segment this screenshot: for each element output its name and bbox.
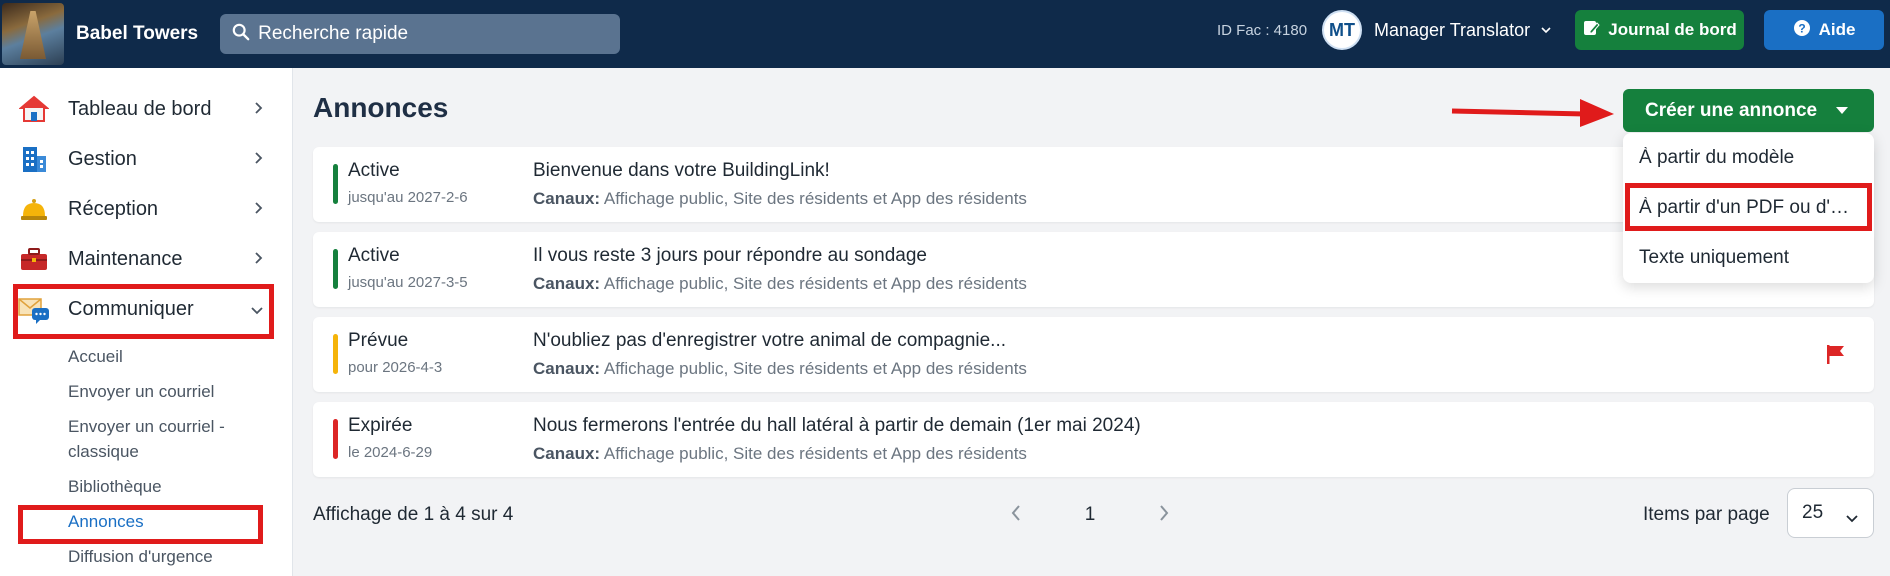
create-announcement-button[interactable]: Créer une annonce xyxy=(1623,89,1874,132)
chevron-right-icon[interactable] xyxy=(1158,504,1170,527)
svg-text:?: ? xyxy=(1798,21,1805,35)
channels-value: Affichage public, Site des résidents et … xyxy=(603,189,1027,208)
pagination: 1 xyxy=(1010,500,1170,530)
sidebar-item-label: Gestion xyxy=(68,147,137,170)
search-icon xyxy=(232,23,250,46)
toolbox-icon xyxy=(18,243,50,275)
sidebar-item-dashboard[interactable]: Tableau de bord xyxy=(18,89,274,129)
status-date: pour 2026-4-3 xyxy=(348,359,443,376)
channels-label: Canaux: xyxy=(533,189,601,208)
status-date: jusqu'au 2027-2-6 xyxy=(348,189,468,206)
user-menu[interactable]: MT Manager Translator xyxy=(1322,10,1552,50)
flag-icon[interactable] xyxy=(1825,343,1847,370)
service-bell-icon xyxy=(18,193,50,225)
sidebar-subitem-emergency-broadcast[interactable]: Diffusion d'urgence xyxy=(68,547,213,567)
items-per-page-label: Items par page xyxy=(1643,504,1770,525)
announcement-channels: Canaux: Affichage public, Site des résid… xyxy=(533,444,1027,464)
status-indicator xyxy=(333,334,338,374)
channels-label: Canaux: xyxy=(533,274,601,293)
chevron-down-icon[interactable] xyxy=(1540,21,1552,39)
sidebar-subitem-send-email[interactable]: Envoyer un courriel xyxy=(68,382,214,402)
channels-label: Canaux: xyxy=(533,359,601,378)
chevron-right-icon xyxy=(254,101,264,120)
search-input[interactable] xyxy=(258,23,599,45)
status-text: Active xyxy=(348,245,400,266)
sidebar-item-label: Réception xyxy=(68,197,159,220)
quick-search[interactable] xyxy=(220,14,621,54)
user-name[interactable]: Manager Translator xyxy=(1374,20,1530,41)
announcement-card[interactable]: Prévue pour 2026-4-3 N'oubliez pas d'enr… xyxy=(313,317,1874,392)
chevron-left-icon[interactable] xyxy=(1010,504,1022,527)
announcement-title[interactable]: Il vous reste 3 jours pour répondre au s… xyxy=(533,245,927,267)
caret-down-icon xyxy=(1836,107,1848,114)
sidebar-item-gestion[interactable]: Gestion xyxy=(18,139,274,179)
status-indicator xyxy=(333,249,338,289)
building-icon xyxy=(18,143,50,175)
items-per-page-select[interactable]: 25 xyxy=(1787,488,1874,538)
status-indicator xyxy=(333,419,338,459)
arrow-pointer-icon xyxy=(1450,94,1620,133)
highlight-pdf-option xyxy=(1625,183,1872,231)
building-logo[interactable] xyxy=(2,3,64,65)
highlight-communiquer xyxy=(13,284,274,339)
pagination-info: Affichage de 1 à 4 sur 4 xyxy=(313,504,514,525)
announcement-title[interactable]: N'oubliez pas d'enregistrer votre animal… xyxy=(533,330,1006,352)
notebook-pen-icon xyxy=(1582,19,1600,42)
help-button[interactable]: ? Aide xyxy=(1764,10,1884,50)
sidebar-subitem-send-email-classic[interactable]: Envoyer un courriel - xyxy=(68,417,225,437)
chevron-right-icon xyxy=(254,201,264,220)
chevron-down-icon xyxy=(1845,508,1859,530)
question-circle-icon: ? xyxy=(1793,19,1811,42)
avatar[interactable]: MT xyxy=(1322,10,1362,50)
brand-name[interactable]: Babel Towers xyxy=(76,23,198,45)
status-indicator xyxy=(333,164,338,204)
sidebar-item-label: Maintenance xyxy=(68,247,183,270)
channels-label: Canaux: xyxy=(533,444,601,463)
status-text: Active xyxy=(348,160,400,181)
page-number[interactable]: 1 xyxy=(1085,504,1096,526)
sidebar-item-maintenance[interactable]: Maintenance xyxy=(18,239,274,279)
dropdown-item-text-only[interactable]: Texte uniquement xyxy=(1639,247,1861,269)
journal-label: Journal de bord xyxy=(1608,20,1737,39)
sidebar-item-reception[interactable]: Réception xyxy=(18,189,274,229)
channels-value: Affichage public, Site des résidents et … xyxy=(603,274,1027,293)
channels-value: Affichage public, Site des résidents et … xyxy=(603,359,1027,378)
help-label: Aide xyxy=(1818,20,1856,39)
status-text: Prévue xyxy=(348,330,409,351)
announcement-title[interactable]: Bienvenue dans votre BuildingLink! xyxy=(533,160,830,182)
dropdown-item-from-template[interactable]: À partir du modèle xyxy=(1639,147,1861,169)
announcement-channels: Canaux: Affichage public, Site des résid… xyxy=(533,189,1027,209)
top-bar: Babel Towers ID Fac : 4180 MT Manager Tr… xyxy=(0,0,1890,68)
status-date: jusqu'au 2027-3-5 xyxy=(348,274,468,291)
sidebar-subitem-accueil[interactable]: Accueil xyxy=(68,347,123,367)
sidebar-subitem-library[interactable]: Bibliothèque xyxy=(68,477,162,497)
chevron-right-icon xyxy=(254,251,264,270)
highlight-annonces xyxy=(18,505,263,544)
chevron-right-icon xyxy=(254,151,264,170)
journal-button[interactable]: Journal de bord xyxy=(1575,10,1744,50)
sidebar-item-label: Tableau de bord xyxy=(68,97,212,120)
status-date: le 2024-6-29 xyxy=(348,444,433,461)
sidebar-subitem-send-email-classic-line2[interactable]: classique xyxy=(68,442,139,462)
status-text: Expirée xyxy=(348,415,413,436)
house-icon xyxy=(18,93,50,125)
create-label: Créer une annonce xyxy=(1645,99,1818,121)
announcement-card[interactable]: Expirée le 2024-6-29 Nous fermerons l'en… xyxy=(313,402,1874,477)
facility-id: ID Fac : 4180 xyxy=(1217,22,1308,39)
announcement-title[interactable]: Nous fermerons l'entrée du hall latéral … xyxy=(533,415,1141,437)
announcement-channels: Canaux: Affichage public, Site des résid… xyxy=(533,274,1027,294)
channels-value: Affichage public, Site des résidents et … xyxy=(603,444,1027,463)
page-title: Annonces xyxy=(313,92,449,123)
items-per-page-value: 25 xyxy=(1802,502,1824,523)
announcement-channels: Canaux: Affichage public, Site des résid… xyxy=(533,359,1027,379)
